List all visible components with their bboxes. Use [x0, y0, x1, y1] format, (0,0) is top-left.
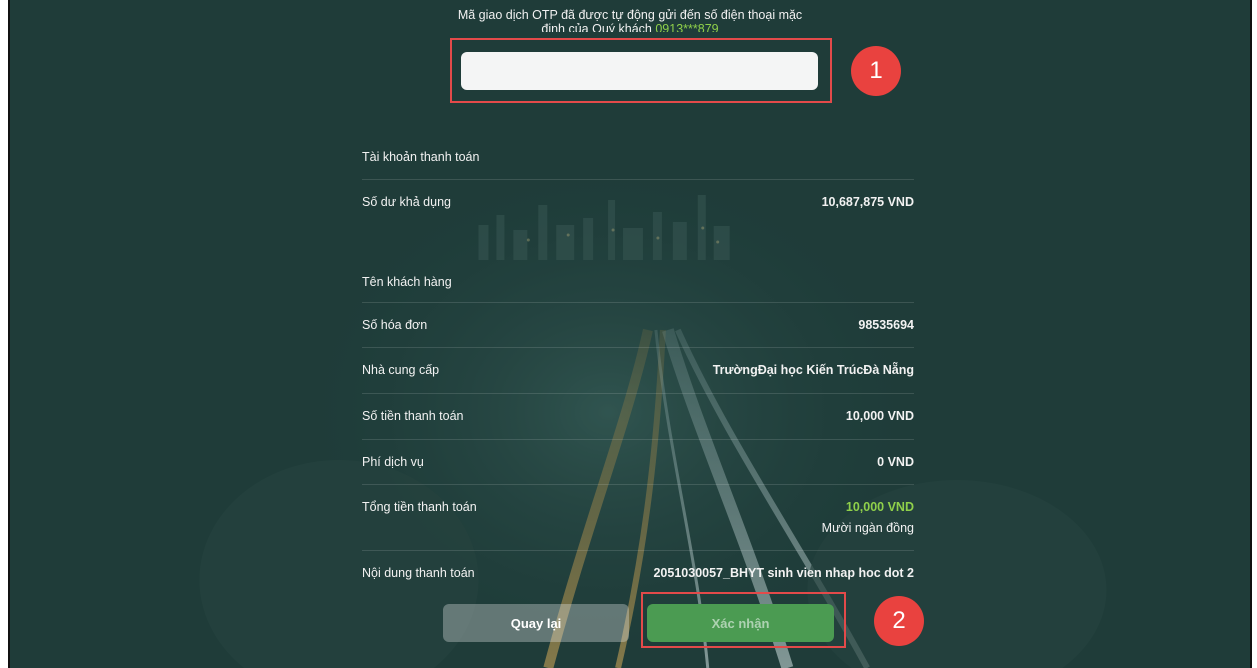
fee-value: 0 VND: [877, 455, 914, 469]
back-button[interactable]: Quay lại: [443, 604, 629, 642]
detail-row-fee: Phí dịch vụ 0 VND: [362, 440, 914, 485]
step-1-badge: 1: [851, 46, 901, 96]
otp-message-line2: định của Quý khách 0913***879: [10, 22, 1250, 32]
detail-row-account: Tài khoản thanh toán: [362, 135, 914, 180]
step-2-badge: 2: [874, 596, 924, 646]
otp-message-line1: Mã giao dịch OTP đã được tự động gửi đến…: [457, 8, 803, 22]
detail-row-provider: Nhà cung cấp TrườngĐại học Kiến TrúcĐà N…: [362, 348, 914, 394]
content-value: 2051030057_BHYT sinh vien nhap hoc dot 2: [653, 566, 914, 580]
customer-label: Tên khách hàng: [362, 275, 452, 289]
total-value: 10,000 VND: [845, 500, 914, 514]
balance-value: 10,687,875 VND: [821, 195, 914, 209]
total-in-words: Mười ngàn đồng: [821, 521, 914, 535]
detail-row-invoice: Số hóa đơn 98535694: [362, 303, 914, 348]
detail-row-customer: Tên khách hàng: [362, 260, 914, 303]
provider-label: Nhà cung cấp: [362, 363, 440, 377]
total-label: Tổng tiền thanh toán: [362, 500, 477, 514]
fee-label: Phí dịch vụ: [362, 455, 424, 469]
detail-row-total: Tổng tiền thanh toán 10,000 VND Mười ngà…: [362, 485, 914, 551]
detail-row-balance: Số dư khả dụng 10,687,875 VND: [362, 180, 914, 260]
payment-details: Tài khoản thanh toán Số dư khả dụng 10,6…: [362, 135, 914, 595]
detail-row-amount: Số tiền thanh toán 10,000 VND: [362, 394, 914, 440]
provider-value: TrườngĐại học Kiến TrúcĐà Nẵng: [712, 363, 914, 377]
invoice-label: Số hóa đơn: [362, 318, 428, 332]
content-label: Nội dung thanh toán: [362, 566, 475, 580]
balance-label: Số dư khả dụng: [362, 195, 451, 209]
total-value-group: 10,000 VND Mười ngàn đồng: [822, 485, 914, 550]
detail-row-content: Nội dung thanh toán 2051030057_BHYT sinh…: [362, 551, 914, 595]
confirm-highlight-box: [641, 592, 846, 648]
otp-message-prefix: định của Quý khách: [541, 22, 656, 32]
otp-message: Mã giao dịch OTP đã được tự động gửi đến…: [10, 8, 1250, 32]
amount-label: Số tiền thanh toán: [362, 409, 464, 423]
phone-number: 0913***879: [655, 22, 719, 32]
otp-highlight-box: [450, 38, 832, 103]
account-label: Tài khoản thanh toán: [362, 150, 480, 164]
invoice-value: 98535694: [858, 318, 914, 332]
amount-value: 10,000 VND: [845, 409, 914, 423]
